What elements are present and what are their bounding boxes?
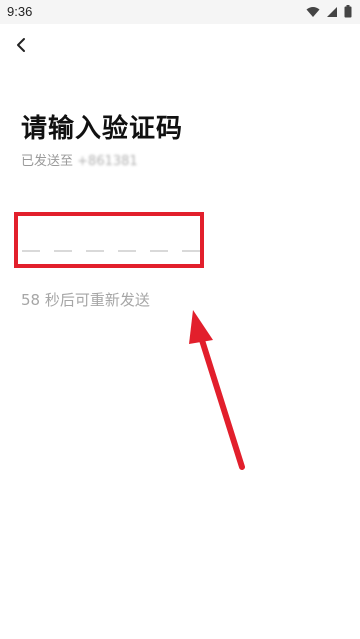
annotation-arrow-icon xyxy=(189,310,245,470)
